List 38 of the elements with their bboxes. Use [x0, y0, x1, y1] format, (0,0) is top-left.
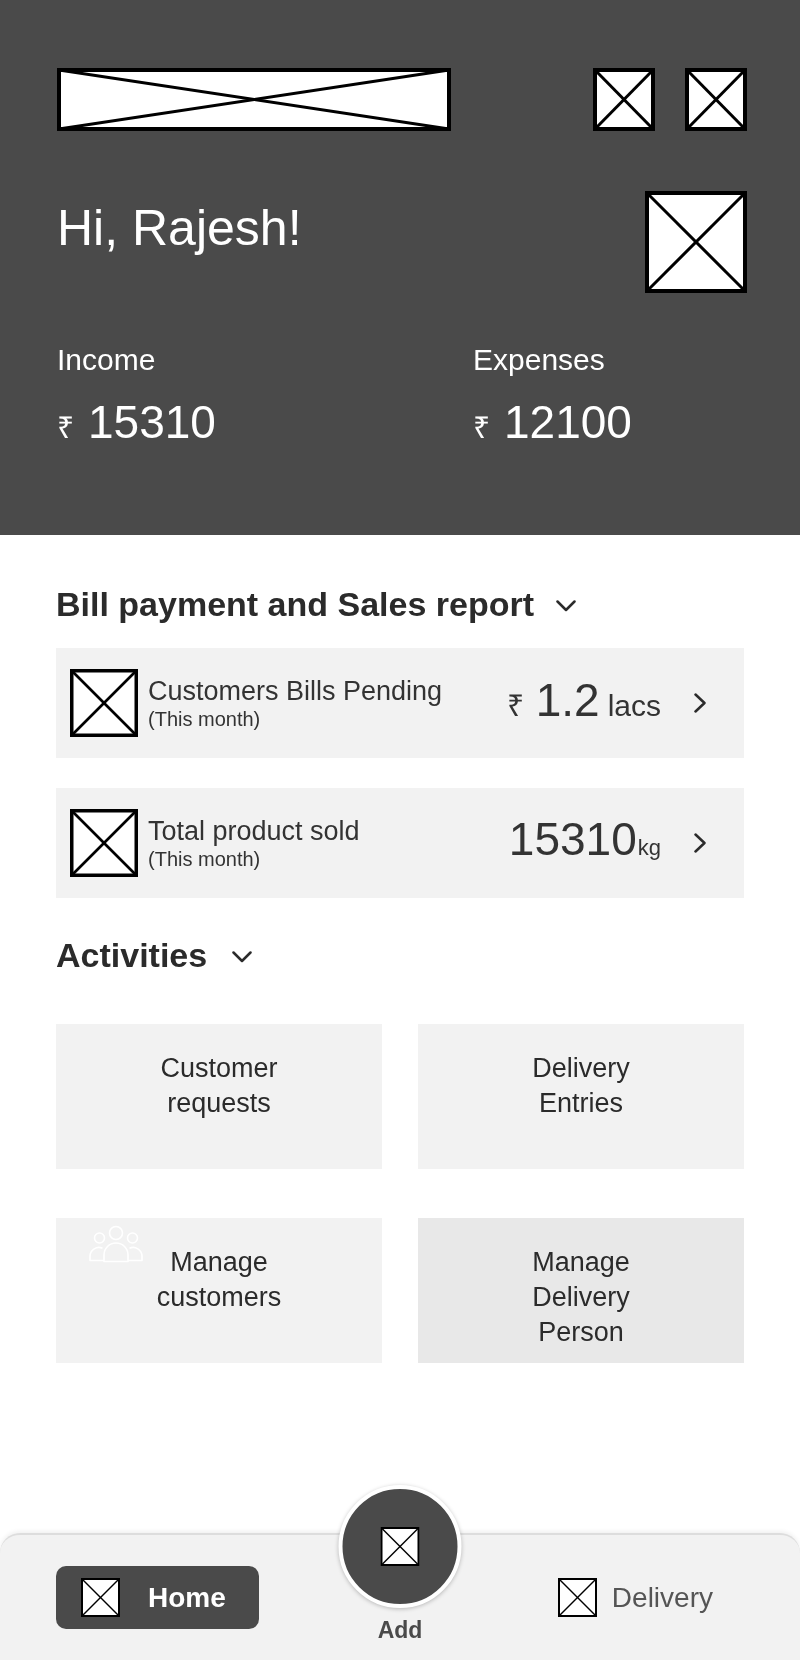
activity-tile[interactable]: Customer requests: [56, 1024, 382, 1169]
card-title: Customers Bills Pending: [148, 675, 443, 707]
greeting-text: Hi, Rajesh!: [57, 199, 302, 258]
activity-tile[interactable]: Manage Delivery Person: [418, 1218, 744, 1363]
add-label: Add: [377, 1616, 423, 1644]
crossed-box-icon[interactable]: [593, 68, 655, 131]
chevron-right-icon: [694, 693, 707, 713]
activity-tile[interactable]: Delivery Entries: [418, 1024, 744, 1169]
crossed-box-icon: [380, 1527, 420, 1566]
card-value: 1.2: [535, 673, 600, 728]
card-title: Total product sold: [148, 815, 360, 847]
crossed-box-icon: [70, 669, 138, 737]
value-unit: lacs: [607, 688, 661, 724]
currency-symbol: ₹: [506, 688, 524, 724]
nav-tab[interactable]: Delivery: [532, 1566, 738, 1629]
section-title: Bill payment and Sales report: [56, 584, 535, 624]
chevron-right-icon: [694, 833, 707, 853]
chevron-down-icon[interactable]: [232, 951, 253, 963]
currency-symbol: ₹: [473, 410, 490, 446]
stat-label: Income: [57, 342, 156, 378]
card-subtitle: (This month): [148, 707, 261, 731]
card-value: 15310: [508, 811, 637, 867]
crossed-box-icon: [81, 1578, 120, 1617]
summary-card[interactable]: Total product sold (This month) 15310kg: [56, 788, 744, 898]
summary-card[interactable]: Customers Bills Pending (This month) ₹ 1.2 lacs: [56, 648, 744, 758]
chevron-down-icon[interactable]: [556, 600, 577, 612]
card-subtitle: (This month): [148, 847, 261, 871]
nav-tab[interactable]: Home: [56, 1566, 259, 1629]
currency-symbol: ₹: [57, 410, 74, 446]
crossed-box-icon[interactable]: [685, 68, 747, 131]
crossed-box-icon: [557, 1578, 597, 1617]
section-title: Activities: [56, 935, 208, 975]
stat-label: Expenses: [473, 342, 605, 378]
stat-amount: 12100: [504, 395, 632, 450]
activity-tile[interactable]: Manage customers: [56, 1218, 382, 1363]
crossed-box-icon: [70, 809, 138, 877]
value-unit: kg: [637, 833, 661, 862]
stat-amount: 15310: [88, 395, 216, 450]
